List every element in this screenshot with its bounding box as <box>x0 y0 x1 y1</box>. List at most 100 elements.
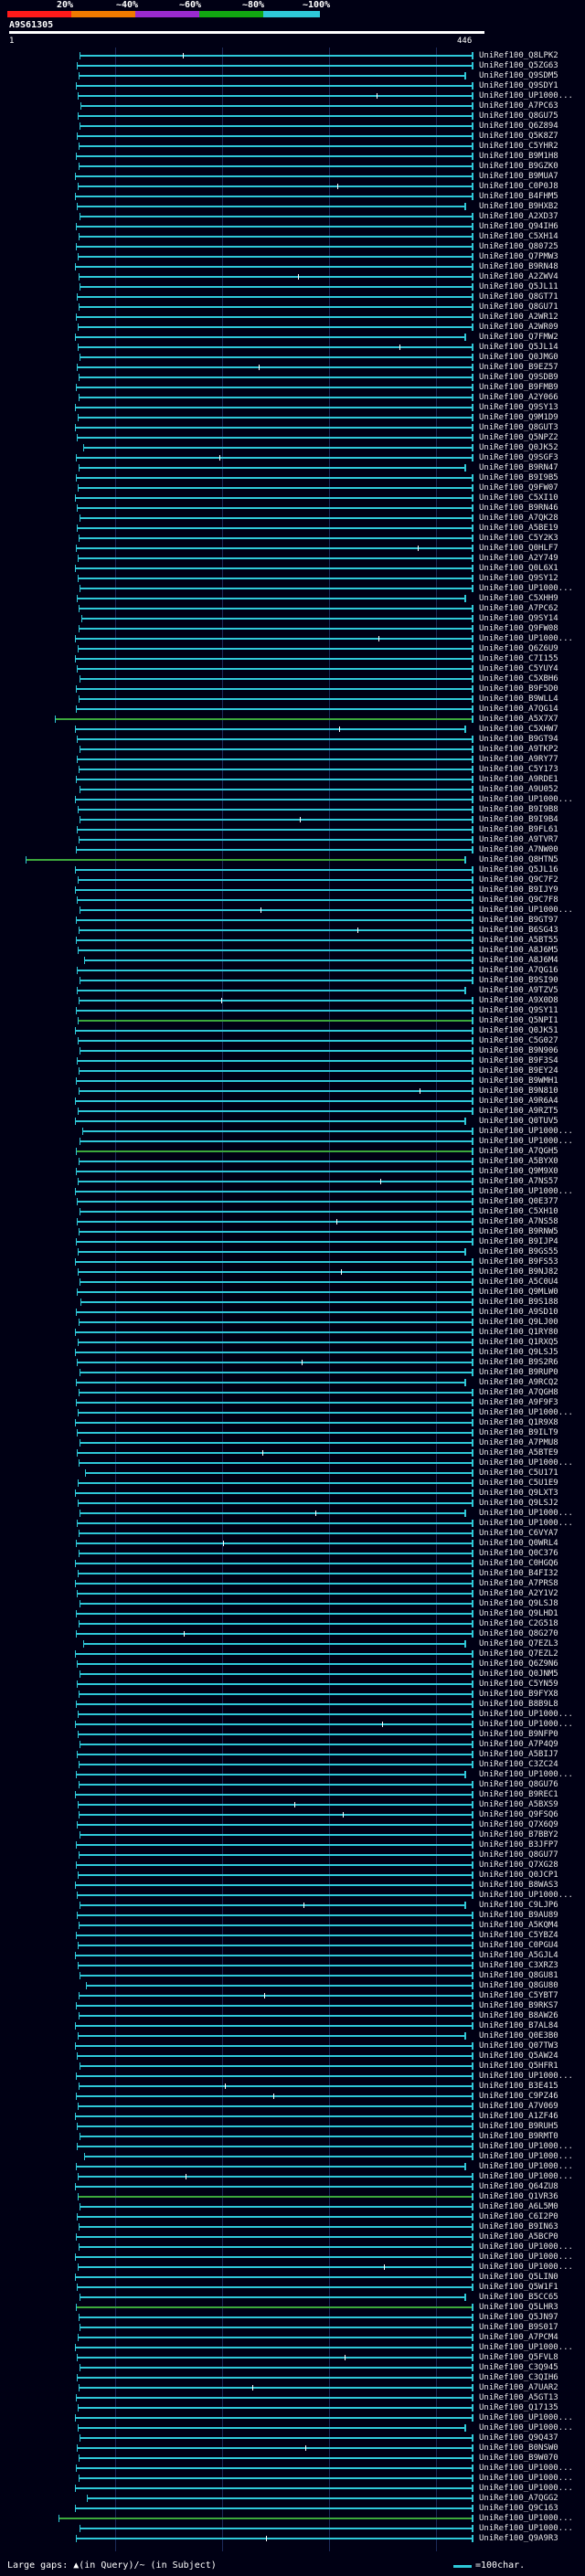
hit-link[interactable]: UniRef100_Q6Z894 <box>479 122 558 132</box>
hit-link[interactable]: UniRef100_A9U052 <box>479 785 558 795</box>
hit-link[interactable]: UniRef100_B9W070 <box>479 2454 558 2464</box>
hit-link[interactable]: UniRef100_B9RUP0 <box>479 1368 558 1378</box>
hit-link[interactable]: UniRef100_Q8GU81 <box>479 1971 558 1981</box>
hit-link[interactable]: UniRef100_Q9FW07 <box>479 483 558 493</box>
hit-link[interactable]: UniRef100_UP1000... <box>479 1710 573 1720</box>
hit-link[interactable]: UniRef100_C0HGQ6 <box>479 1559 558 1569</box>
hit-link[interactable]: UniRef100_B9EZ57 <box>479 363 558 373</box>
hit-link[interactable]: UniRef100_Q0JK52 <box>479 443 558 453</box>
hit-link[interactable]: UniRef100_A9SD10 <box>479 1308 558 1318</box>
hit-link[interactable]: UniRef100_A5KQM4 <box>479 1921 558 1931</box>
hit-link[interactable]: UniRef100_Q0JCP1 <box>479 1871 558 1881</box>
hit-link[interactable]: UniRef100_UP1000... <box>479 2172 573 2182</box>
hit-link[interactable]: UniRef100_A7PCM4 <box>479 2333 558 2343</box>
hit-link[interactable]: UniRef100_Q9LSJ2 <box>479 1499 558 1509</box>
hit-link[interactable]: UniRef100_Q9SY13 <box>479 403 558 413</box>
hit-link[interactable]: UniRef100_C5YBT7 <box>479 1991 558 2001</box>
hit-link[interactable]: UniRef100_B9GT94 <box>479 735 558 745</box>
hit-link[interactable]: UniRef100_A7P4Q9 <box>479 1740 558 1750</box>
hit-link[interactable]: UniRef100_B3E415 <box>479 2082 558 2092</box>
hit-link[interactable]: UniRef100_B9NJ82 <box>479 1267 558 1277</box>
hit-link[interactable]: UniRef100_Q7XG28 <box>479 1860 558 1871</box>
hit-link[interactable]: UniRef100_C6VYA7 <box>479 1529 558 1539</box>
hit-link[interactable]: UniRef100_B9N810 <box>479 1087 558 1097</box>
hit-link[interactable]: UniRef100_A9R6A4 <box>479 1097 558 1107</box>
hit-link[interactable]: UniRef100_Q5JL11 <box>479 282 558 292</box>
hit-link[interactable]: UniRef100_B8B9L8 <box>479 1700 558 1710</box>
hit-link[interactable]: UniRef100_B9HXB2 <box>479 202 558 212</box>
hit-link[interactable]: UniRef100_A7UAR2 <box>479 2383 558 2393</box>
hit-link[interactable]: UniRef100_B3JFP7 <box>479 1840 558 1850</box>
hit-link[interactable]: UniRef100_Q5JL14 <box>479 343 558 353</box>
hit-link[interactable]: UniRef100_A5BT55 <box>479 936 558 946</box>
hit-link[interactable]: UniRef100_UP1000... <box>479 2263 573 2273</box>
hit-link[interactable]: UniRef100_A9TKP2 <box>479 745 558 755</box>
hit-link[interactable]: UniRef100_A2Y1V2 <box>479 1589 558 1599</box>
hit-link[interactable]: UniRef100_C5XI10 <box>479 493 558 504</box>
hit-link[interactable]: UniRef100_Q5LHR3 <box>479 2303 558 2313</box>
hit-link[interactable]: UniRef100_UP1000... <box>479 2242 573 2253</box>
hit-link[interactable]: UniRef100_Q7EZL3 <box>479 1639 558 1649</box>
hit-link[interactable]: UniRef100_C5YHR2 <box>479 142 558 152</box>
hit-link[interactable]: UniRef100_B9GT97 <box>479 916 558 926</box>
hit-link[interactable]: UniRef100_A2Y749 <box>479 554 558 564</box>
hit-link[interactable]: UniRef100_A7NS58 <box>479 1217 558 1227</box>
hit-link[interactable]: UniRef100_A5BE19 <box>479 524 558 534</box>
hit-link[interactable]: UniRef100_Q07TW3 <box>479 2041 558 2051</box>
hit-link[interactable]: UniRef100_B9AU89 <box>479 1911 558 1921</box>
hit-link[interactable]: UniRef100_B9SI90 <box>479 976 558 986</box>
hit-link[interactable]: UniRef100_UP1000... <box>479 1187 573 1197</box>
hit-link[interactable]: UniRef100_Q9LHD1 <box>479 1609 558 1619</box>
hit-link[interactable]: UniRef100_UP1000... <box>479 2474 573 2484</box>
hit-link[interactable]: UniRef100_C5XBH6 <box>479 674 558 684</box>
hit-link[interactable]: UniRef100_Q8GU80 <box>479 1981 558 1991</box>
hit-link[interactable]: UniRef100_C9LJP6 <box>479 1901 558 1911</box>
hit-link[interactable]: UniRef100_A2WR12 <box>479 313 558 323</box>
hit-link[interactable]: UniRef100_Q7PMW3 <box>479 252 558 262</box>
hit-link[interactable]: UniRef100_Q9SY11 <box>479 1006 558 1016</box>
hit-link[interactable]: UniRef100_Q7X6Q9 <box>479 1820 558 1830</box>
hit-link[interactable]: UniRef100_A8J6M5 <box>479 946 558 956</box>
hit-link[interactable]: UniRef100_A7QK28 <box>479 514 558 524</box>
hit-link[interactable]: UniRef100_C0P0J8 <box>479 182 558 192</box>
hit-link[interactable]: UniRef100_C7I155 <box>479 654 558 664</box>
hit-link[interactable]: UniRef100_A5BXS9 <box>479 1800 558 1810</box>
hit-link[interactable]: UniRef100_C5Y173 <box>479 765 558 775</box>
hit-link[interactable]: UniRef100_B9RN48 <box>479 262 558 272</box>
hit-link[interactable]: UniRef100_B9RMT0 <box>479 2132 558 2142</box>
hit-link[interactable]: UniRef100_C3XRZ3 <box>479 1961 558 1971</box>
hit-link[interactable]: UniRef100_UP1000... <box>479 906 573 916</box>
hit-link[interactable]: UniRef100_A5X7X7 <box>479 715 558 725</box>
hit-link[interactable]: UniRef100_A9TZV5 <box>479 986 558 996</box>
hit-link[interactable]: UniRef100_UP1000... <box>479 2413 573 2423</box>
hit-link[interactable]: UniRef100_A2XD37 <box>479 212 558 222</box>
hit-link[interactable]: UniRef100_B0NSW0 <box>479 2443 558 2454</box>
hit-link[interactable]: UniRef100_A5BTE9 <box>479 1448 558 1458</box>
hit-link[interactable]: UniRef100_B9FL61 <box>479 825 558 835</box>
hit-link[interactable]: UniRef100_B8WAS3 <box>479 1881 558 1891</box>
hit-link[interactable]: UniRef100_A9X0D8 <box>479 996 558 1006</box>
hit-link[interactable]: UniRef100_UP1000... <box>479 1770 573 1780</box>
hit-link[interactable]: UniRef100_Q9SY12 <box>479 574 558 584</box>
hit-link[interactable]: UniRef100_Q1RXQ5 <box>479 1338 558 1348</box>
hit-link[interactable]: UniRef100_B9IJY9 <box>479 885 558 896</box>
hit-link[interactable]: UniRef100_Q1R9X8 <box>479 1418 558 1428</box>
hit-link[interactable]: UniRef100_UP1000... <box>479 1509 573 1519</box>
hit-link[interactable]: UniRef100_B4FHM5 <box>479 192 558 202</box>
hit-link[interactable]: UniRef100_A1ZF46 <box>479 2112 558 2122</box>
hit-link[interactable]: UniRef100_C5XH10 <box>479 1207 558 1217</box>
hit-link[interactable]: UniRef100_Q5FVL8 <box>479 2353 558 2363</box>
hit-link[interactable]: UniRef100_A7PRS8 <box>479 1579 558 1589</box>
hit-link[interactable]: UniRef100_UP1000... <box>479 91 573 101</box>
hit-link[interactable]: UniRef100_A6L5M0 <box>479 2202 558 2212</box>
hit-link[interactable]: UniRef100_UP1000... <box>479 1408 573 1418</box>
hit-link[interactable]: UniRef100_A7NS57 <box>479 1177 558 1187</box>
hit-link[interactable]: UniRef100_A7PMU8 <box>479 1438 558 1448</box>
hit-link[interactable]: UniRef100_Q0C376 <box>479 1549 558 1559</box>
hit-link[interactable]: UniRef100_B9RN47 <box>479 463 558 473</box>
hit-link[interactable]: UniRef100_B9M1H8 <box>479 152 558 162</box>
hit-link[interactable]: UniRef100_Q5HFR1 <box>479 2062 558 2072</box>
hit-link[interactable]: UniRef100_A5BIJ7 <box>479 1750 558 1760</box>
hit-link[interactable]: UniRef100_Q9M1D9 <box>479 413 558 423</box>
hit-link[interactable]: UniRef100_A9RZT5 <box>479 1107 558 1117</box>
